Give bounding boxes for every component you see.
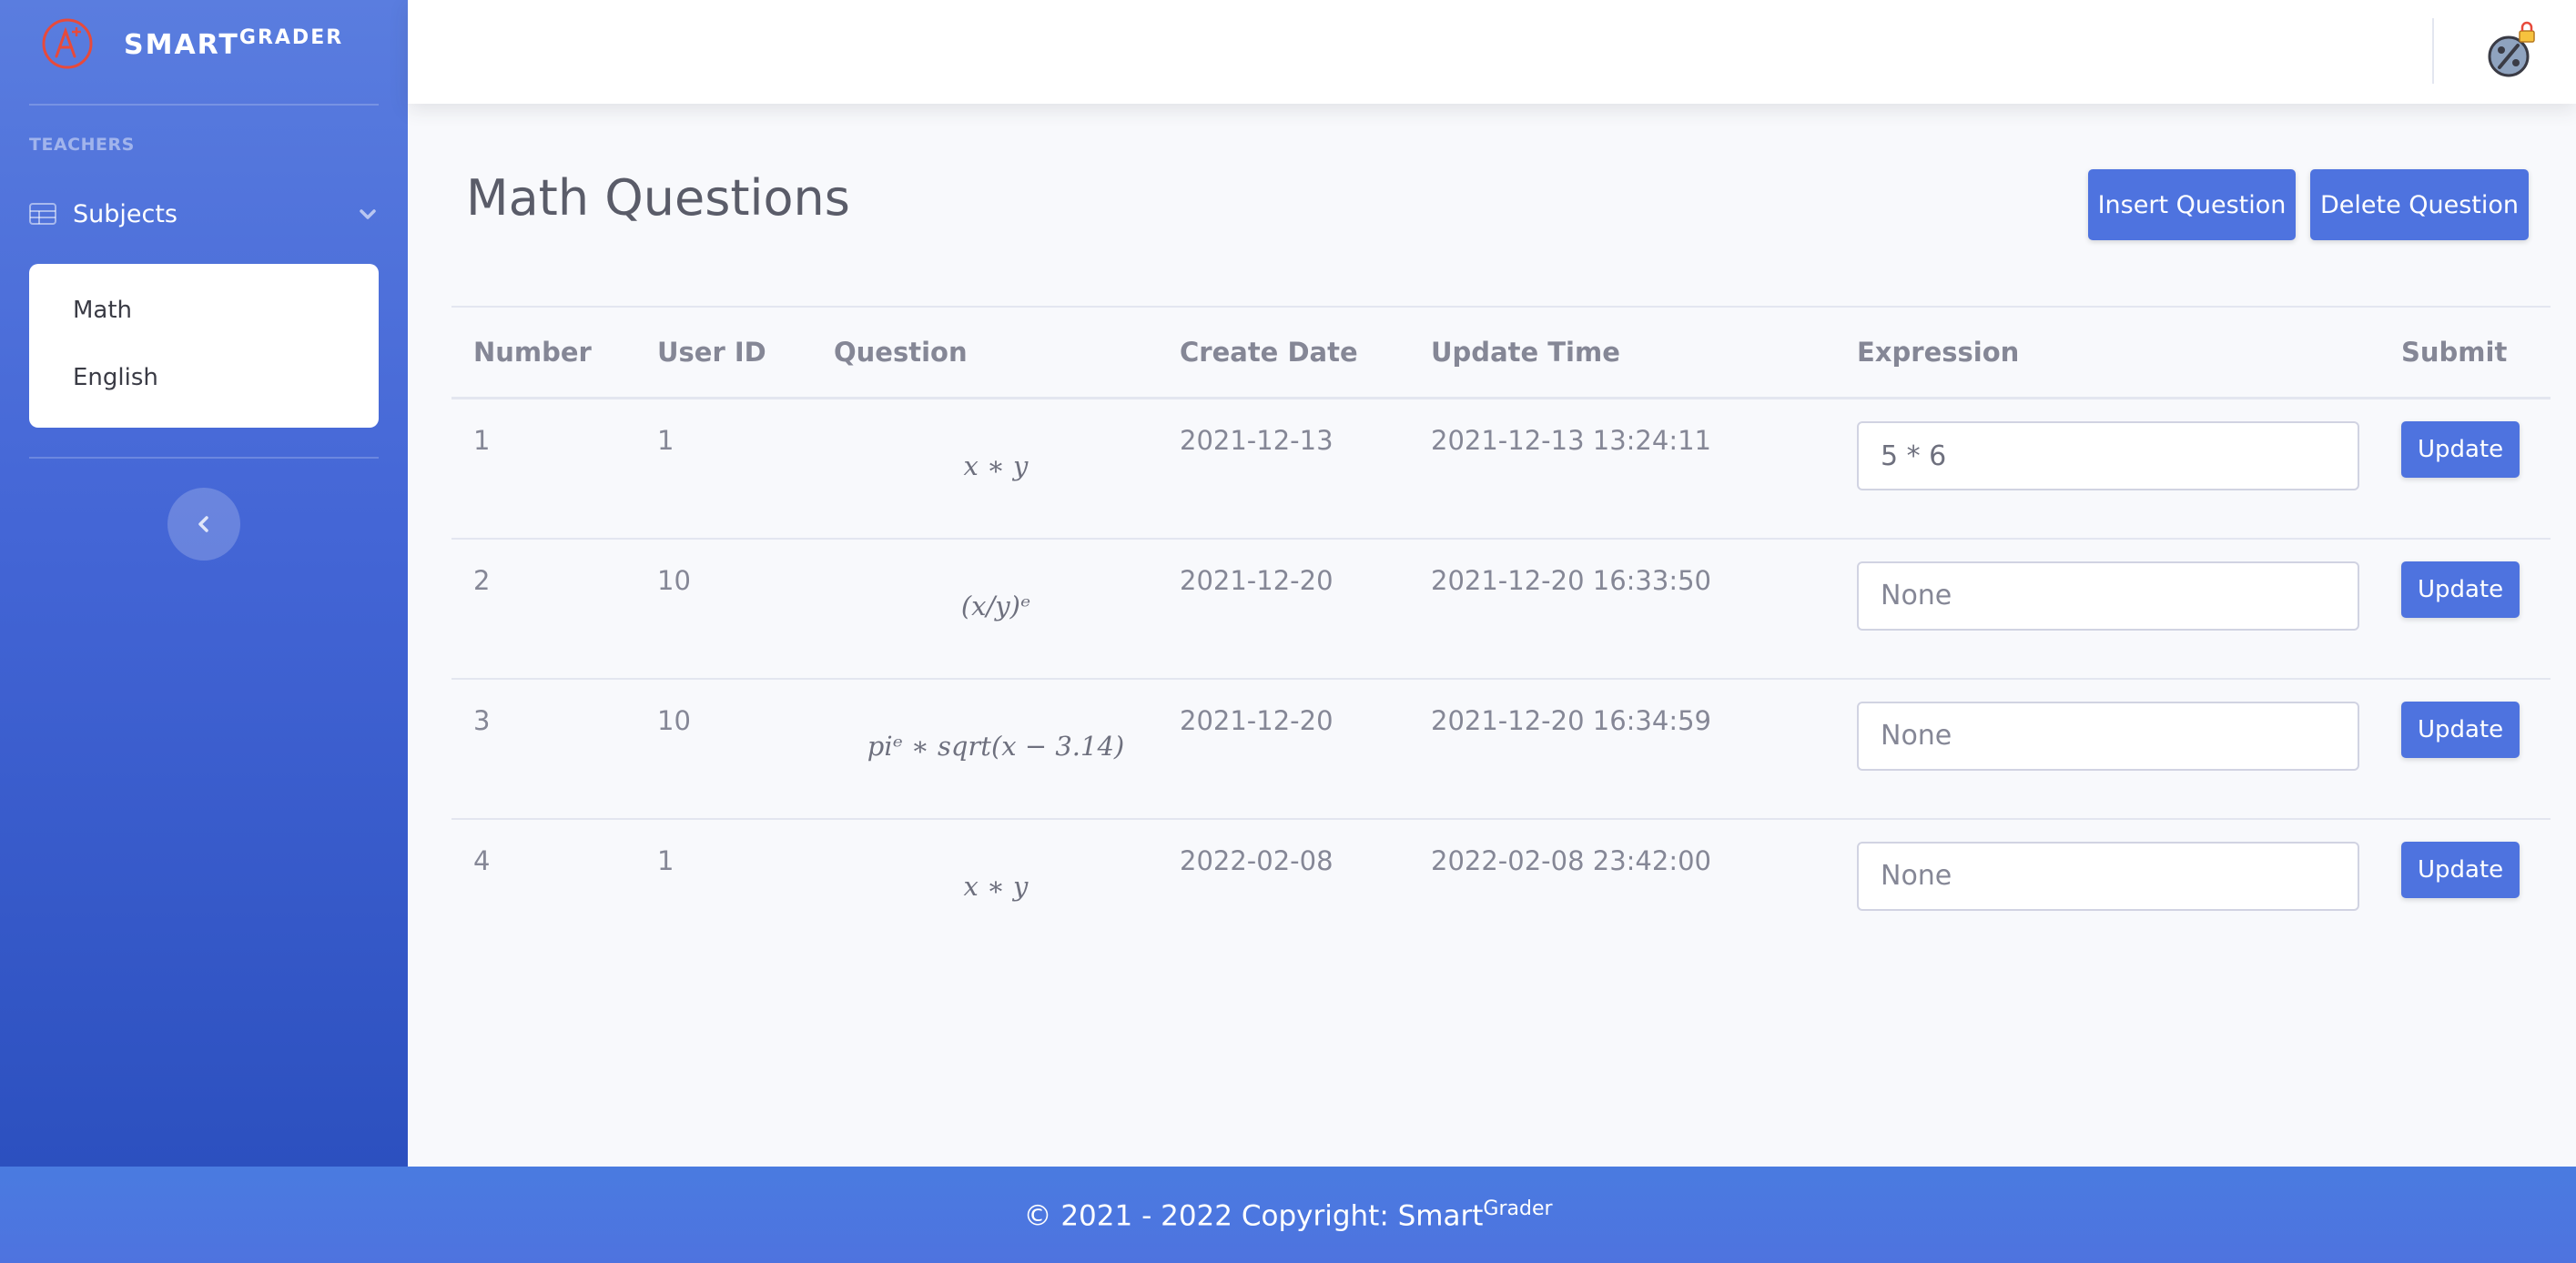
cell-update-time: 2021-12-13 13:24:11	[1409, 398, 1835, 540]
cell-update-time: 2022-02-08 23:42:00	[1431, 844, 1711, 876]
cell-number: 1	[451, 398, 635, 540]
brand-name: SMARTGRADER	[124, 26, 344, 61]
cell-update-time: 2021-12-20 16:33:50	[1409, 538, 1835, 680]
sidebar-item-subjects[interactable]: Subjects	[29, 191, 379, 237]
sidebar: SMARTGRADER TEACHERS Subjects Math Engli…	[0, 0, 408, 1167]
topbar	[408, 0, 2576, 104]
column-header-update-time: Update Time	[1409, 306, 1835, 399]
delete-question-button[interactable]: Delete Question	[2310, 169, 2529, 240]
cell-user-id: 1	[657, 844, 674, 876]
table-row: 4 1 x ∗ y 2022-02-08 2022-02-08 23:42:00…	[451, 819, 2551, 959]
expression-input[interactable]	[1857, 421, 2359, 490]
cell-question: piᵉ ∗ sqrt(x − 3.14)	[812, 678, 1158, 820]
cell-expression	[1835, 678, 2379, 820]
cell-submit: Update	[2379, 678, 2551, 820]
cell-question: x ∗ y	[963, 870, 1029, 902]
column-header-expression: Expression	[1835, 306, 2379, 399]
grader-logo-icon	[42, 18, 93, 69]
column-header-question: Question	[812, 306, 1158, 399]
column-header-submit: Submit	[2379, 306, 2551, 399]
cell-user-id: 10	[635, 538, 812, 680]
copyright-text: © 2021 - 2022 Copyright: SmartGrader	[1023, 1197, 1553, 1233]
cell-user-id: 10	[635, 678, 812, 820]
cell-question: x ∗ y	[812, 398, 1158, 540]
sidebar-item-label: Subjects	[73, 199, 178, 228]
cell-create-date: 2022-02-08	[1180, 844, 1334, 876]
insert-question-button[interactable]: Insert Question	[2088, 169, 2296, 240]
sidebar-toggle-button[interactable]	[167, 488, 240, 561]
brand-link[interactable]: SMARTGRADER	[40, 7, 343, 80]
footer: © 2021 - 2022 Copyright: SmartGrader	[0, 1167, 2576, 1263]
cell-update-time: 2021-12-20 16:34:59	[1409, 678, 1835, 820]
column-header-create-date: Create Date	[1158, 306, 1409, 399]
cell-user-id: 1	[635, 398, 812, 540]
sidebar-divider	[29, 104, 379, 106]
update-button[interactable]: Update	[2401, 421, 2520, 478]
subjects-collapse-menu: Math English	[29, 264, 379, 428]
column-header-user-id: User ID	[635, 306, 812, 399]
cell-create-date: 2021-12-20	[1158, 538, 1409, 680]
topbar-divider	[2432, 18, 2434, 84]
column-header-number: Number	[451, 306, 635, 399]
cell-submit: Update	[2379, 819, 2551, 959]
cell-number: 3	[451, 678, 635, 820]
cell-question: (x/y)ᵉ	[812, 538, 1158, 680]
user-avatar-icon[interactable]	[2485, 20, 2536, 78]
expression-input[interactable]	[1857, 841, 2359, 911]
page-title: Math Questions	[466, 169, 850, 227]
update-button[interactable]: Update	[2401, 561, 2520, 618]
collapse-item-math[interactable]: Math	[73, 297, 132, 324]
sidebar-divider	[29, 457, 379, 459]
table-header-row: Number User ID Question Create Date Upda…	[451, 306, 2551, 399]
table-icon	[29, 203, 56, 225]
questions-table: Number User ID Question Create Date Upda…	[451, 306, 2551, 959]
cell-create-date: 2021-12-20	[1158, 678, 1409, 820]
expression-input[interactable]	[1857, 701, 2359, 771]
expression-input[interactable]	[1857, 561, 2359, 631]
update-button[interactable]: Update	[2401, 701, 2520, 758]
update-button[interactable]: Update	[2401, 841, 2520, 898]
sidebar-heading: TEACHERS	[29, 135, 135, 155]
cell-number: 2	[451, 538, 635, 680]
chevron-left-icon	[198, 516, 208, 532]
cell-submit: Update	[2379, 538, 2551, 680]
cell-submit: Update	[2379, 398, 2551, 540]
cell-expression	[1835, 819, 2379, 959]
cell-expression	[1835, 398, 2379, 540]
chevron-down-icon	[360, 209, 376, 219]
table-row: 1 1 x ∗ y 2021-12-13 2021-12-13 13:24:11…	[451, 398, 2551, 540]
cell-number: 4	[473, 844, 491, 876]
table-row: 2 10 (x/y)ᵉ 2021-12-20 2021-12-20 16:33:…	[451, 538, 2551, 680]
cell-expression	[1835, 538, 2379, 680]
collapse-item-english[interactable]: English	[73, 364, 158, 391]
cell-create-date: 2021-12-13	[1158, 398, 1409, 540]
questions-table-container: Number User ID Question Create Date Upda…	[451, 306, 2551, 959]
table-row: 3 10 piᵉ ∗ sqrt(x − 3.14) 2021-12-20 202…	[451, 678, 2551, 820]
